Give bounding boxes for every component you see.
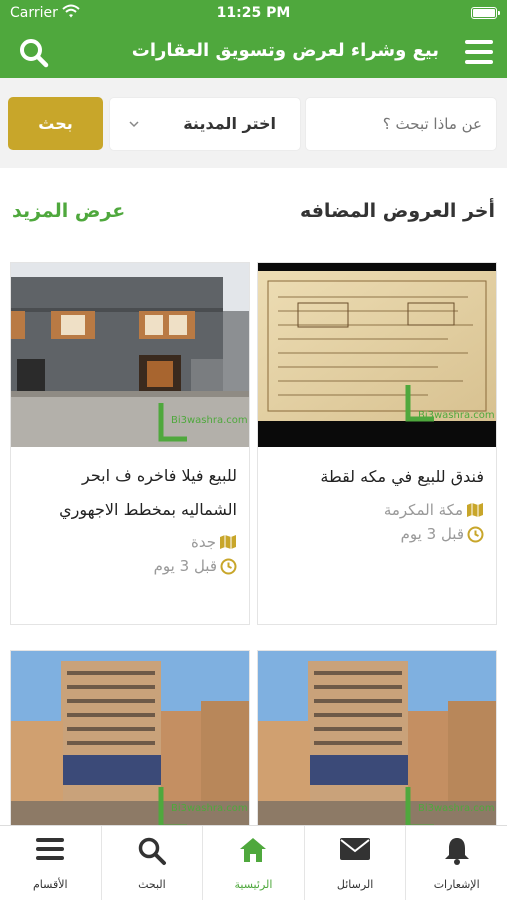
- listing-card[interactable]: Bi3washra.com للبيع فيلا فاخره ف ابحر ال…: [10, 262, 250, 625]
- chevron-down-icon: [129, 121, 139, 128]
- tab-label: الإشعارات: [433, 878, 480, 891]
- header-menu-button[interactable]: [465, 40, 493, 64]
- show-more-link[interactable]: عرض المزيد: [12, 200, 125, 222]
- svg-text:Bi3washra.com: Bi3washra.com: [171, 803, 248, 814]
- main-content: أخر العروض المضافه عرض المزيد Bi3washra.…: [0, 168, 507, 825]
- listing-title: للبيع فيلا فاخره ف ابحر الشماليه بمخطط ا…: [59, 466, 237, 519]
- status-bar: Carrier 11:25 PM: [0, 0, 507, 28]
- tab-label: الأقسام: [33, 878, 68, 891]
- tab-messages[interactable]: الرسائل: [303, 826, 406, 900]
- battery-icon: [471, 7, 500, 19]
- clock-icon: [467, 526, 484, 542]
- menu-icon: [36, 838, 65, 860]
- listing-date: قبل 3 يوم: [23, 557, 237, 575]
- search-input[interactable]: [305, 97, 497, 151]
- tab-bar: الأقسام البحث الرئيسية الرسائل الإشعارات: [0, 825, 507, 900]
- listing-image: Bi3washra.com: [11, 651, 249, 825]
- city-select-label: اختر المدينة: [183, 114, 276, 133]
- tab-categories[interactable]: الأقسام: [0, 826, 101, 900]
- app-header: بيع وشراء لعرض وتسويق العقارات: [0, 28, 507, 78]
- svg-text:Bi3washra.com: Bi3washra.com: [171, 415, 248, 426]
- listing-card[interactable]: Bi3washra.com: [10, 650, 250, 825]
- search-button[interactable]: بحث: [8, 97, 103, 150]
- search-icon: [20, 39, 49, 68]
- tab-home[interactable]: الرئيسية: [202, 826, 304, 900]
- page-title: بيع وشراء لعرض وتسويق العقارات: [131, 40, 439, 61]
- listing-location: جدة: [23, 533, 237, 551]
- listing-date: قبل 3 يوم: [270, 525, 484, 543]
- search-bar: اختر المدينة بحث: [0, 78, 507, 168]
- listing-image: Bi3washra.com: [11, 263, 249, 447]
- svg-text:Bi3washra.com: Bi3washra.com: [418, 410, 495, 421]
- listing-age: قبل 3 يوم: [400, 525, 464, 543]
- search-icon: [138, 837, 166, 865]
- listing-city: مكة المكرمة: [383, 501, 463, 519]
- listing-age: قبل 3 يوم: [153, 557, 217, 575]
- envelope-icon: [340, 838, 371, 860]
- city-select[interactable]: اختر المدينة: [109, 97, 301, 151]
- header-search-button[interactable]: [18, 37, 50, 69]
- listing-city: جدة: [190, 533, 216, 551]
- section-title: أخر العروض المضافه: [299, 200, 495, 222]
- map-icon: [467, 503, 483, 517]
- listing-card[interactable]: Bi3washra.com فندق للبيع في مكه لقطة مكة…: [257, 262, 497, 625]
- tab-label: الرئيسية: [234, 878, 273, 891]
- svg-text:Bi3washra.com: Bi3washra.com: [418, 803, 495, 814]
- listing-image: Bi3washra.com: [258, 651, 496, 825]
- listing-card[interactable]: Bi3washra.com: [257, 650, 497, 825]
- listing-title: فندق للبيع في مكه لقطة: [320, 467, 484, 486]
- map-icon: [220, 535, 236, 549]
- tab-label: الرسائل: [336, 878, 374, 891]
- home-icon: [240, 838, 267, 862]
- section-header: أخر العروض المضافه عرض المزيد: [0, 200, 507, 230]
- tab-search[interactable]: البحث: [100, 826, 203, 900]
- tab-label: البحث: [138, 878, 166, 891]
- clock: 11:25 PM: [216, 5, 291, 21]
- clock-icon: [220, 558, 237, 574]
- listing-image: Bi3washra.com: [258, 263, 496, 447]
- tab-notifications[interactable]: الإشعارات: [405, 826, 507, 900]
- listing-location: مكة المكرمة: [270, 501, 484, 519]
- menu-icon: [465, 40, 493, 44]
- bell-icon: [444, 838, 469, 865]
